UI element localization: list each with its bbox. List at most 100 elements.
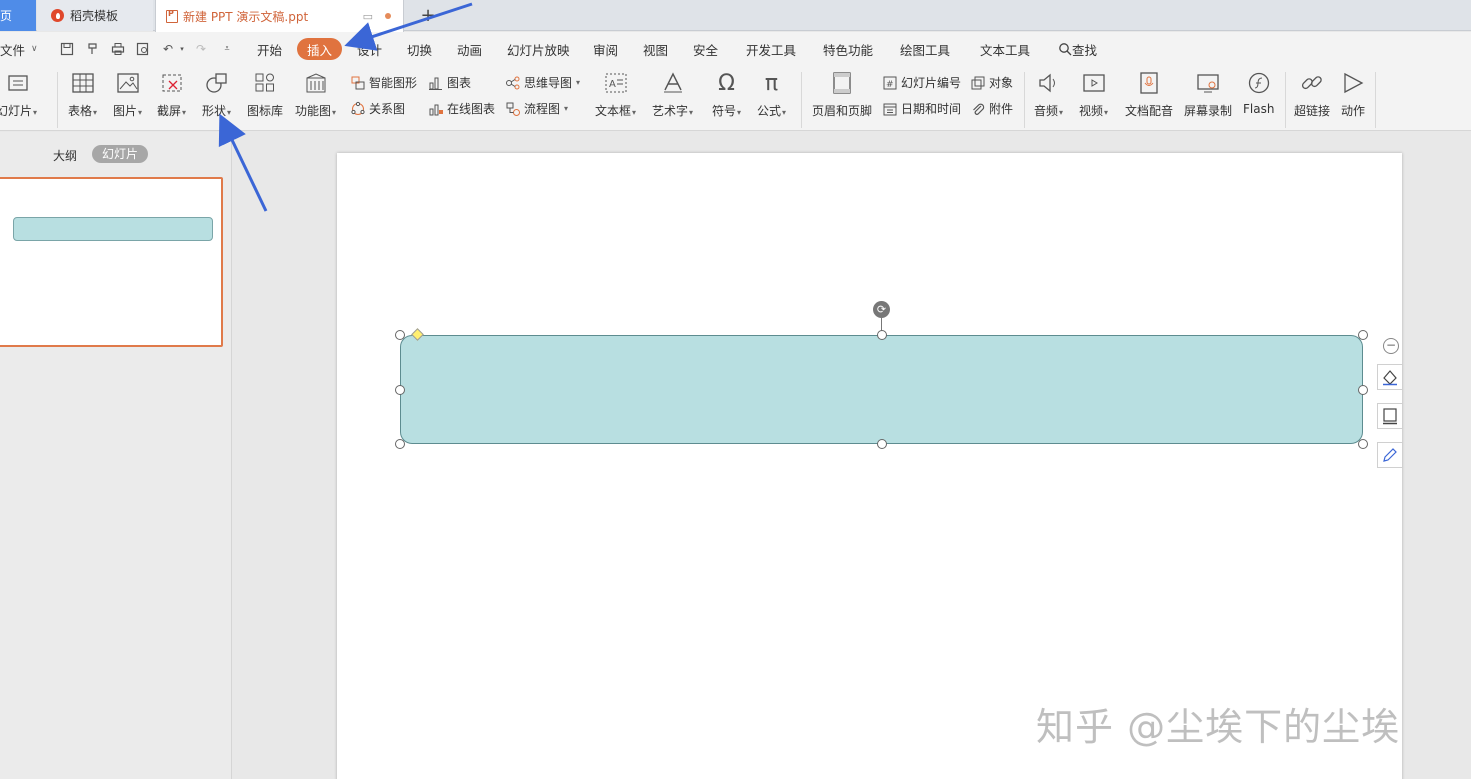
resize-handle-top[interactable] [877,330,887,340]
flash-label: Flash [1243,102,1275,116]
resize-handle-right[interactable] [1358,385,1368,395]
resize-handle-left[interactable] [395,385,405,395]
menu-features-label: 特色功能 [823,42,874,58]
shape-button[interactable]: 形状▾ [202,70,231,119]
flash-button[interactable]: Flash [1243,70,1274,116]
menu-slideshow[interactable]: 幻灯片放映 [507,32,570,66]
monitor-icon[interactable]: ▭ [363,10,373,23]
ribbon-separator [57,72,58,128]
doc-audio-button[interactable]: 文档配音 [1125,70,1173,119]
menu-drawing-tools[interactable]: 绘图工具 [900,32,950,66]
formula-button[interactable]: π 公式▾ [757,70,786,119]
tab-document[interactable]: 新建 PPT 演示文稿.ppt ▭ [155,0,404,32]
menu-design[interactable]: 设计 [357,32,382,66]
tab-document-label: 新建 PPT 演示文稿.ppt [183,9,309,24]
menu-review[interactable]: 审阅 [593,32,618,66]
omega-icon: Ω [718,70,735,96]
mind-map-icon [505,75,521,91]
menu-features[interactable]: 特色功能 [823,32,873,66]
textbox-icon: A [603,70,629,96]
menu-search[interactable]: 查找 [1058,32,1097,66]
slide-number-button[interactable]: # 幻灯片编号 [882,74,961,91]
textbox-button[interactable]: A 文本框▾ [595,70,636,119]
audio-button[interactable]: 音频▾ [1034,70,1063,119]
mind-map-button[interactable]: 思维导图 ▾ [505,74,580,91]
rotate-handle-icon[interactable]: ⟳ [873,301,890,318]
menu-security[interactable]: 安全 [693,32,718,66]
shape-label: 形状 [202,104,227,118]
resize-handle-top-left[interactable] [395,330,405,340]
quick-access-more-icon[interactable]: ⩡ [220,42,234,56]
table-label: 表格 [68,104,93,118]
table-button[interactable]: 表格▾ [68,70,97,119]
print-preview-icon[interactable] [136,42,150,56]
art-text-label: 艺术字 [652,104,689,118]
new-tab-button[interactable]: + [418,0,438,31]
video-button[interactable]: 视频▾ [1079,70,1108,119]
resize-handle-bottom-left[interactable] [395,439,405,449]
caret-down-icon: ▾ [782,108,787,117]
chart-button[interactable]: 图表 [428,74,471,91]
menu-transition[interactable]: 切换 [407,32,432,66]
resize-handle-bottom-right[interactable] [1358,439,1368,449]
format-painter-icon[interactable] [86,42,100,56]
flowchart-button[interactable]: 流程图 ▾ [505,100,568,117]
menu-file[interactable]: 文件 ∨ [0,32,38,66]
resize-handle-top-right[interactable] [1358,330,1368,340]
redo-icon[interactable]: ↷ [194,42,208,56]
menu-view-label: 视图 [643,42,669,58]
print-icon[interactable] [111,42,125,56]
header-footer-button[interactable]: 页眉和页脚 [812,70,872,119]
caret-down-icon: ▾ [138,108,143,117]
attachment-button[interactable]: 附件 [970,100,1013,117]
caret-down-icon: ▾ [182,108,187,117]
object-button[interactable]: 对象 [970,74,1013,91]
caret-down-icon: ▾ [1104,108,1109,117]
shape-outline-tool[interactable] [1377,403,1403,429]
resize-handle-bottom[interactable] [877,439,887,449]
outline-tab[interactable]: 大纲 [53,147,77,164]
save-icon[interactable] [60,42,74,56]
smart-art-button[interactable]: 智能图形 [350,74,417,91]
caret-down-icon: ▾ [737,108,742,117]
menu-view[interactable]: 视图 [643,32,668,66]
menu-slideshow-label: 幻灯片放映 [507,42,570,58]
art-text-button[interactable]: 艺术字▾ [652,70,693,119]
slide[interactable] [337,153,1402,779]
search-icon [1059,43,1072,56]
screen-record-button[interactable]: 屏幕录制 [1184,70,1232,119]
tab-template[interactable]: 稻壳模板 [37,0,153,31]
menu-text-tools[interactable]: 文本工具 [980,32,1030,66]
slide-panel: 大纲 幻灯片 [0,132,232,779]
play-icon [1340,70,1366,96]
rounded-rectangle-shape[interactable] [400,335,1363,444]
symbol-button[interactable]: Ω 符号▾ [712,70,741,119]
function-chart-button[interactable]: 功能图▾ [295,70,336,119]
hyperlink-button[interactable]: 超链接 [1294,70,1330,119]
online-chart-label: 在线图表 [447,102,496,116]
menu-animation[interactable]: 动画 [457,32,482,66]
undo-icon[interactable]: ↶ [161,42,175,56]
undo-dropdown-icon[interactable]: ▾ [175,42,189,56]
icon-library-button[interactable]: 图标库 [247,70,283,119]
menu-insert[interactable]: 插入 [297,38,343,60]
screenshot-button[interactable]: 截屏▾ [157,70,186,119]
microphone-doc-icon [1136,70,1162,96]
menu-developer[interactable]: 开发工具 [746,32,796,66]
collapse-toolbar-icon[interactable]: − [1383,338,1399,354]
shape-style-tool[interactable] [1377,442,1403,468]
tab-home[interactable]: 页 [0,0,36,31]
shape-fill-tool[interactable] [1377,364,1403,390]
action-button[interactable]: 动作 [1340,70,1366,119]
picture-button[interactable]: 图片▾ [113,70,142,119]
caret-down-icon: ▾ [332,108,337,117]
online-chart-button[interactable]: 在线图表 [428,100,495,117]
date-time-button[interactable]: 日期和时间 [882,100,961,117]
slide-thumbnail[interactable] [0,177,223,347]
thumbnail-shape [13,217,213,241]
relation-chart-button[interactable]: 关系图 [350,100,405,117]
chevron-down-icon: ∨ [31,44,38,54]
slides-tab[interactable]: 幻灯片 [92,145,149,163]
new-slide-button[interactable]: 幻灯片▾ [0,70,37,119]
menu-start[interactable]: 开始 [257,32,282,66]
